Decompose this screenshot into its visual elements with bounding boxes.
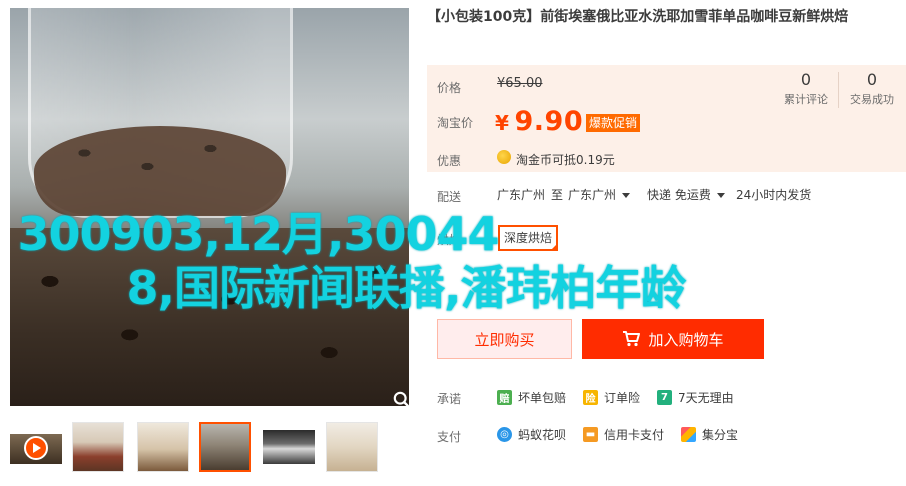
promise-item[interactable]: 7 7天无理由 [657, 389, 734, 406]
payment-item[interactable]: ◎ 蚂蚁花呗 [497, 426, 566, 443]
price-label: 价格 [437, 81, 462, 95]
promise-label: 承诺 [437, 392, 462, 406]
taojinbi-coin-icon [497, 150, 511, 164]
payment-text: 信用卡支付 [604, 428, 665, 442]
thumbnail-video[interactable] [10, 434, 62, 464]
original-price: ¥65.00 [497, 76, 543, 91]
coin-discount-amount: 0.19元 [576, 153, 615, 167]
promise-text: 坏单包赔 [518, 391, 567, 405]
discount-label: 优惠 [437, 154, 462, 168]
broken-item-compensation-icon: 赔 [497, 390, 512, 405]
zoom-icon[interactable] [390, 388, 409, 406]
play-icon[interactable] [24, 436, 48, 460]
promise-item[interactable]: 险订单险 [583, 389, 640, 406]
payment-item[interactable]: ▬ 信用卡支付 [583, 426, 664, 443]
currency-symbol: ¥ [495, 111, 509, 135]
dispatch-time: 24小时内发货 [736, 188, 812, 202]
jifenbao-icon [681, 427, 696, 442]
payment-text: 集分宝 [702, 428, 739, 442]
product-title: 【小包装100克】前街埃塞俄比亚水洗耶加雪菲单品咖啡豆新鲜烘焙 [427, 9, 849, 25]
coin-discount-desc: 淘金币可抵 [516, 153, 577, 167]
payment-text: 蚂蚁花呗 [518, 428, 567, 442]
sales-count-label: 交易成功 [850, 93, 894, 106]
promise-text: 7天无理由 [678, 391, 734, 405]
payment-label: 支付 [437, 430, 462, 444]
promo-price-label: 淘宝价 [437, 116, 474, 130]
buy-now-button[interactable]: 立即购买 [437, 319, 572, 359]
review-count: 0 [800, 70, 812, 89]
add-to-cart-button[interactable]: 加入购物车 [582, 319, 764, 359]
order-insurance-icon: 险 [583, 390, 598, 405]
thumbnail-image[interactable] [263, 430, 315, 464]
promo-badge: 爆款促销 [586, 114, 641, 132]
thumbnail-image[interactable] [72, 422, 124, 472]
add-to-cart-label: 加入购物车 [648, 331, 724, 349]
promo-price: ¥ 9.90 [495, 106, 583, 137]
thumbnail-image[interactable] [137, 422, 189, 472]
review-count-stat[interactable]: 0 累计评论 [778, 70, 834, 107]
sales-count: 0 [866, 70, 878, 89]
thumbnail-strip [10, 420, 390, 472]
chevron-down-icon [716, 193, 725, 198]
credit-card-icon: ▬ [583, 427, 598, 442]
sales-count-stat[interactable]: 0 交易成功 [844, 70, 900, 107]
shopping-cart-icon [623, 331, 641, 347]
overlay-caption-line-2: 8,国际新闻联播,潘玮柏年龄 [126, 261, 687, 315]
promise-item[interactable]: 赔坏单包赔 [497, 389, 566, 406]
review-count-label: 累计评论 [784, 93, 828, 106]
seven-day-return-icon: 7 [657, 390, 672, 405]
coin-discount-text: 淘金币可抵0.19元 [516, 151, 615, 168]
stat-divider [838, 72, 839, 108]
promo-price-value: 9.90 [514, 106, 584, 137]
huabei-icon: ◎ [497, 427, 512, 442]
thumbnail-image-selected[interactable] [199, 422, 251, 472]
thumbnail-image[interactable] [326, 422, 378, 472]
promise-text: 订单险 [604, 391, 641, 405]
payment-item[interactable]: 集分宝 [681, 426, 738, 443]
